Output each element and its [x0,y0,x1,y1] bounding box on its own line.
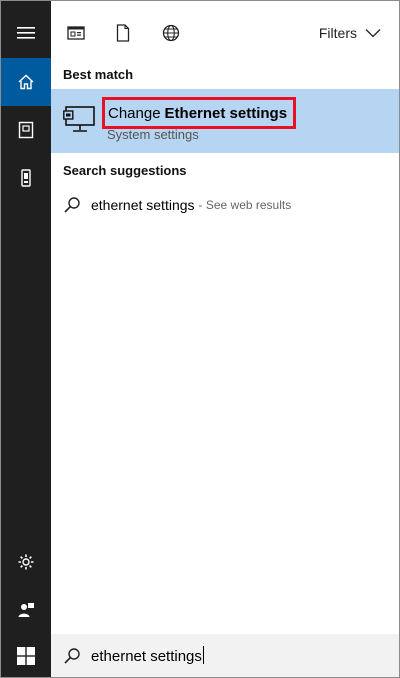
best-match-title-bold: Ethernet settings [164,104,288,122]
tab-apps[interactable] [66,23,86,43]
search-input[interactable]: ethernet settings [91,646,204,665]
tab-web[interactable] [161,23,181,43]
start-button[interactable] [1,634,51,677]
search-input-value: ethernet settings [91,648,202,665]
tab-documents[interactable] [113,23,133,43]
chevron-down-icon [365,29,381,38]
best-match-subtitle: System settings [107,127,199,142]
search-icon [64,197,80,213]
settings-gear-icon [18,554,34,570]
apps-icon [67,26,85,40]
hamburger-menu-button[interactable] [1,9,51,57]
phone-button[interactable] [1,154,51,202]
hamburger-menu-icon [17,27,35,39]
notebook-button[interactable] [1,106,51,154]
filters-dropdown[interactable]: Filters [319,23,381,43]
search-header: Filters [51,1,399,63]
suggestion-query: ethernet settings [91,197,195,213]
ethernet-monitor-icon [63,106,95,139]
best-match-title-prefix: Change [108,104,161,122]
suggestion-hint: - See web results [198,198,292,212]
suggestion-item[interactable]: ethernet settings - See web results [51,189,399,221]
taskbar: ethernet settings [1,634,399,677]
search-panel: Filters Best match Change Ethernet setti… [0,0,400,678]
phone-icon [21,169,31,187]
best-match-result[interactable]: Change Ethernet settings System settings [51,89,399,153]
home-button[interactable] [1,58,51,106]
best-match-heading: Best match [63,67,134,82]
home-icon [18,74,34,90]
settings-button[interactable] [1,538,51,586]
search-box[interactable]: ethernet settings [51,634,399,677]
feedback-button[interactable] [1,586,51,634]
search-icon [64,647,80,664]
notebook-icon [18,121,34,139]
suggestions-heading: Search suggestions [63,163,187,178]
text-cursor [202,646,204,664]
windows-logo-icon [17,646,35,665]
left-rail [1,1,51,634]
filters-label: Filters [318,25,357,41]
user-feedback-icon [18,603,34,617]
document-icon [116,24,130,42]
best-match-title[interactable]: Change Ethernet settings [102,97,297,129]
globe-icon [162,24,180,42]
